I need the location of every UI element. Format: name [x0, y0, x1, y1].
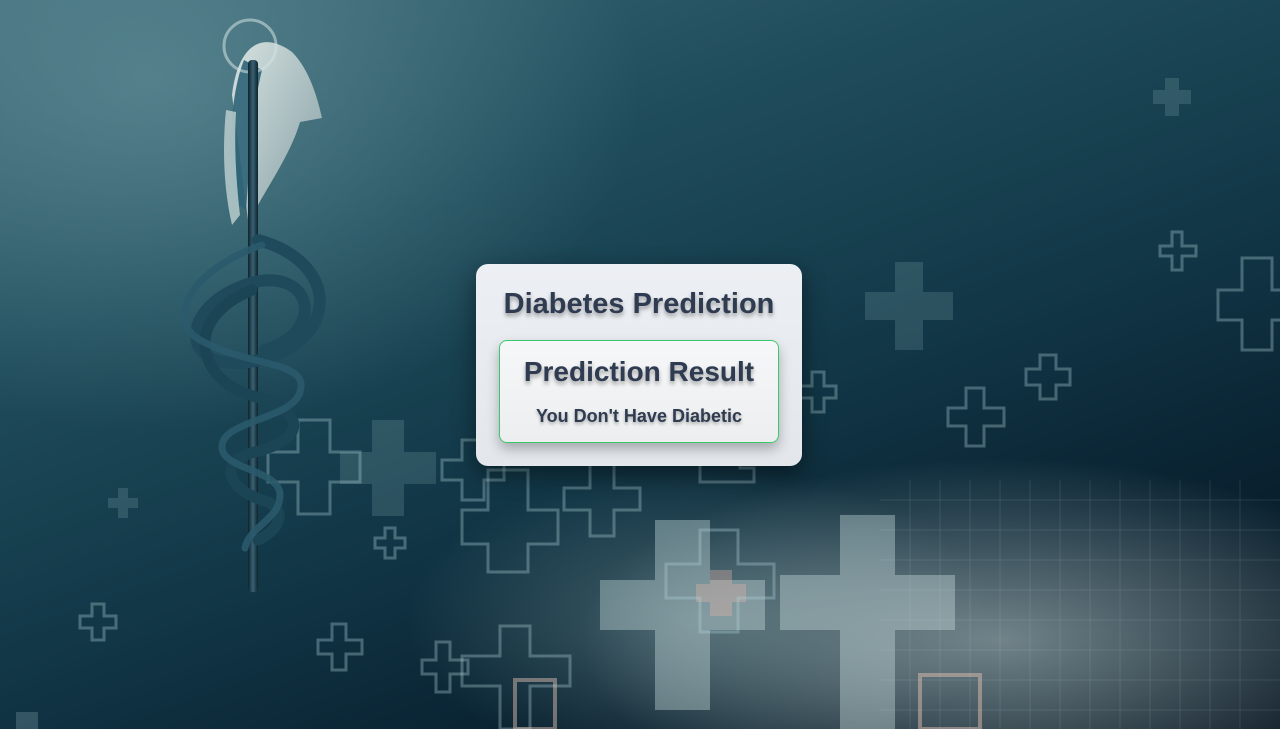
caduceus-icon: [180, 18, 326, 592]
prediction-result-box: Prediction Result You Don't Have Diabeti…: [499, 340, 779, 443]
page-background: Diabetes Prediction Prediction Result Yo…: [0, 0, 1280, 729]
result-message: You Don't Have Diabetic: [536, 406, 742, 426]
medical-cross-icon: [600, 515, 955, 729]
page-title: Diabetes Prediction: [503, 288, 775, 320]
result-heading: Prediction Result: [523, 356, 755, 387]
prediction-card: Diabetes Prediction Prediction Result Yo…: [476, 264, 802, 466]
